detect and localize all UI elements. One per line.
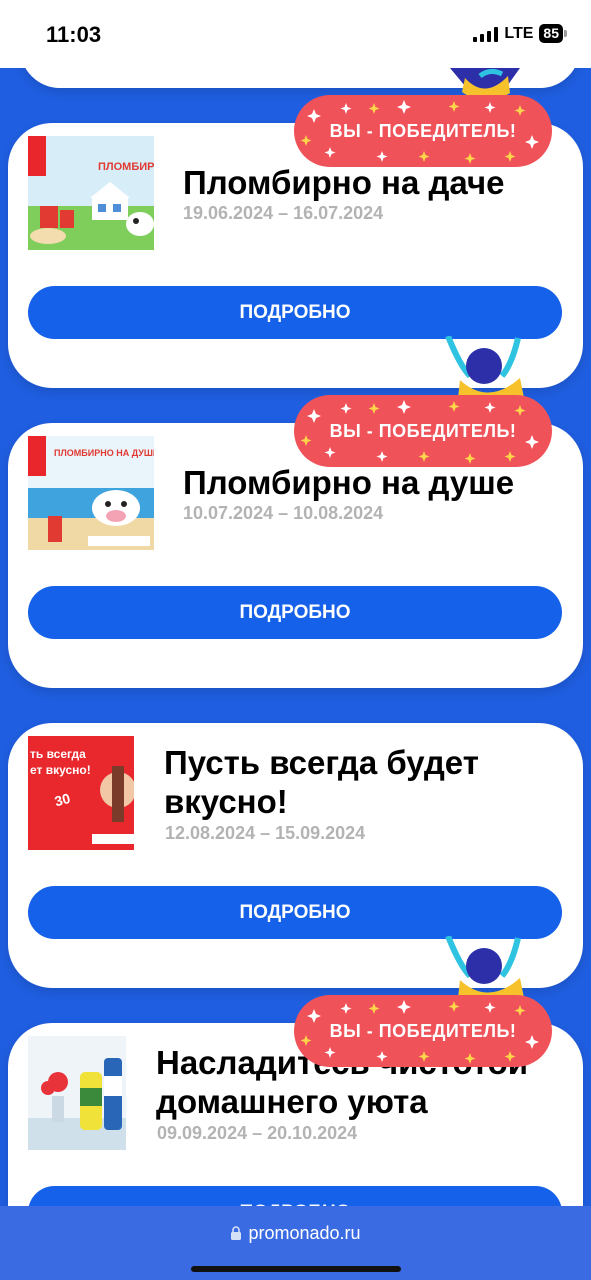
status-indicators: LTE 85 [473, 24, 567, 43]
details-button[interactable]: ПОДРОБНО [28, 286, 562, 339]
promo-thumbnail: ПЛОМБИРНО Н [28, 136, 154, 250]
promo-title: вкусно! [164, 783, 288, 820]
promo-title: Пусть всегда будет [164, 744, 479, 781]
browser-address-bar[interactable]: promonado.ru [0, 1206, 591, 1280]
promo-title: Пломбирно на даче [183, 164, 505, 201]
promo-thumbnail [28, 1036, 126, 1150]
thumbnail-caption: ть всегда [30, 747, 86, 761]
promo-title: домашнего уюта [156, 1083, 428, 1120]
promo-thumbnail: ПЛОМБИРНО НА ДУШЕ! [28, 436, 154, 550]
promo-thumbnail: ть всегда ет вкусно! 30 [28, 736, 134, 850]
signal-icon [473, 26, 499, 42]
status-time: 11:03 [46, 22, 102, 47]
winner-badge-label: ВЫ - ПОБЕДИТЕЛЬ! [329, 420, 517, 441]
details-button[interactable]: ПОДРОБНО [28, 1186, 562, 1206]
status-bar: 11:03 LTE 85 [0, 0, 591, 68]
promo-dates: 19.06.2024 – 16.07.2024 [183, 203, 384, 223]
promo-dates: 09.09.2024 – 20.10.2024 [157, 1123, 358, 1143]
promo-dates: 12.08.2024 – 15.09.2024 [165, 823, 366, 843]
details-button[interactable]: ПОДРОБНО [28, 886, 562, 939]
details-button[interactable]: ПОДРОБНО [28, 586, 562, 639]
url-text: promonado.ru [248, 1223, 361, 1243]
thumbnail-caption: ет вкусно! [30, 763, 91, 777]
winner-badge-label: ВЫ - ПОБЕДИТЕЛЬ! [329, 1020, 517, 1041]
home-indicator[interactable] [191, 1266, 401, 1272]
battery-icon: 85 [539, 24, 567, 43]
url-display[interactable]: promonado.ru [0, 1223, 591, 1244]
winner-badge: ВЫ - ПОБЕДИТЕЛЬ! [294, 995, 552, 1067]
thumbnail-caption: ПЛОМБИРНО НА ДУШЕ! [54, 448, 154, 458]
winner-badge-label: ВЫ - ПОБЕДИТЕЛЬ! [329, 120, 517, 141]
promo-list[interactable]: ПЛОМБИРНО Н Пломбирно на даче 19.06.2024… [0, 68, 591, 1206]
network-type: LTE [504, 24, 534, 42]
promo-title: Пломбирно на душе [183, 464, 515, 501]
lock-icon [231, 1226, 242, 1240]
thumbnail-caption: ПЛОМБИРНО Н [98, 161, 154, 173]
winner-badge: ВЫ - ПОБЕДИТЕЛЬ! [294, 95, 552, 167]
promo-dates: 10.07.2024 – 10.08.2024 [183, 503, 384, 523]
winner-badge: ВЫ - ПОБЕДИТЕЛЬ! [294, 395, 552, 467]
battery-level: 85 [539, 24, 563, 43]
